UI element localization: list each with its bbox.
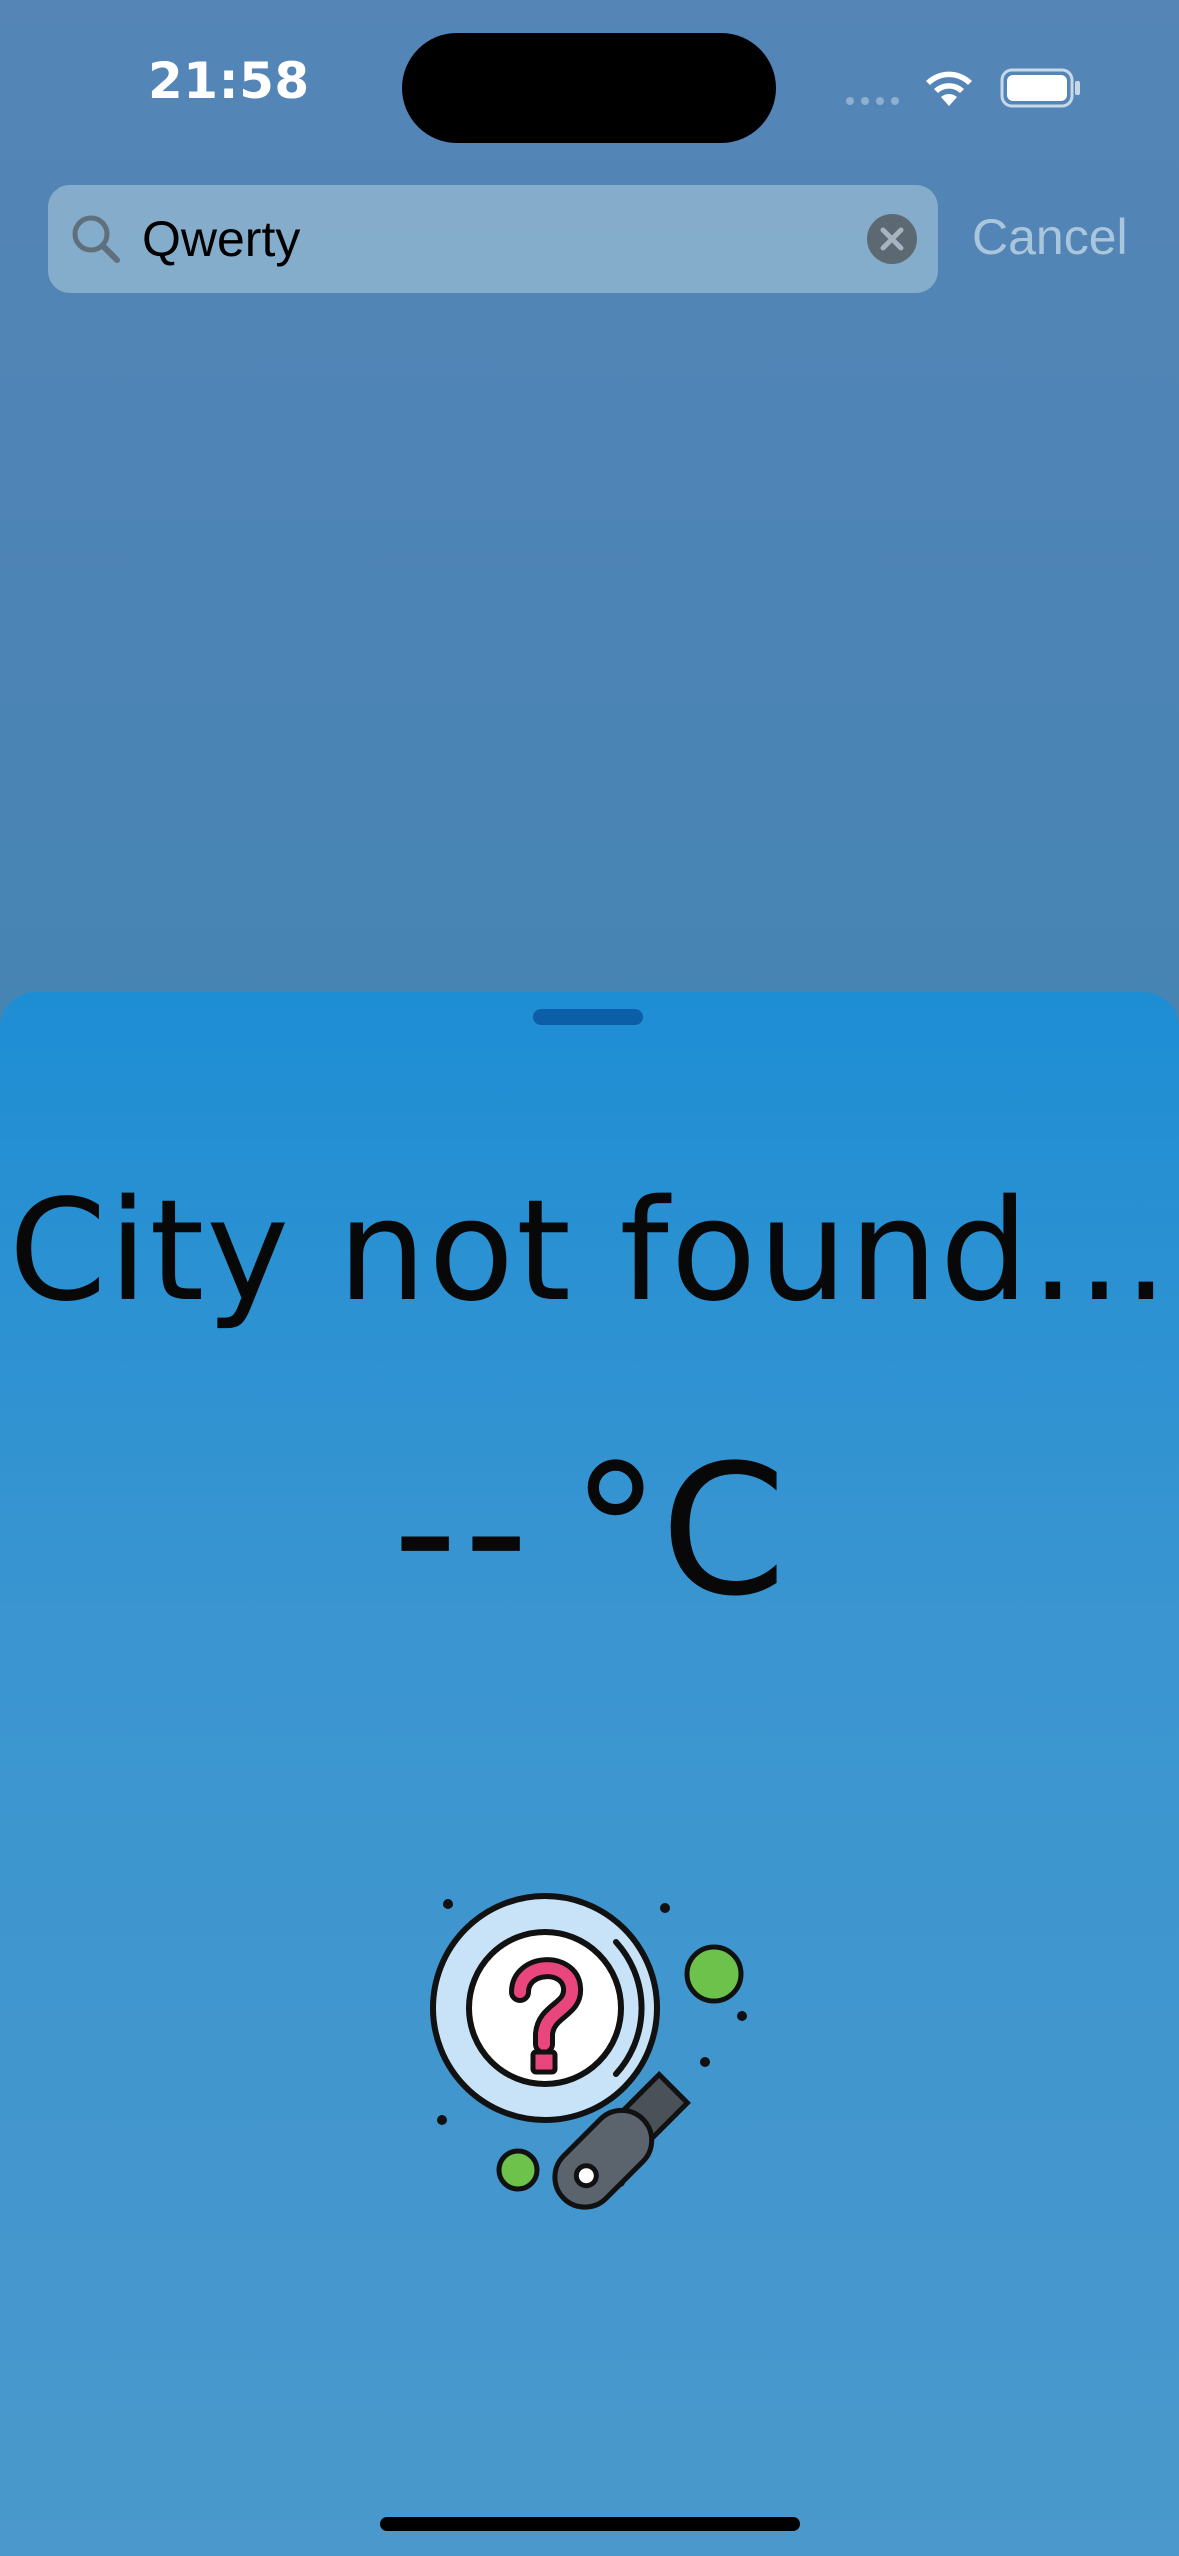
wifi-icon	[926, 71, 972, 106]
temperature-unit: °C	[570, 1427, 787, 1636]
city-title: City not found...	[8, 1170, 1171, 1333]
magnifier-question-icon	[430, 1893, 747, 2210]
temperature-row: -- °C	[0, 1432, 1179, 1632]
cancel-button[interactable]: Cancel	[972, 204, 1128, 270]
weather-sheet[interactable]: City not found... -- °C	[0, 992, 1179, 2556]
temperature-value: --	[392, 1427, 535, 1636]
search-input[interactable]: Qwerty	[142, 211, 300, 267]
status-time: 21:58	[148, 52, 310, 110]
sheet-grabber[interactable]	[533, 1009, 643, 1025]
weather-app-screen: 21:58 Qwerty Cancel City not found... --…	[0, 0, 1179, 2556]
home-indicator[interactable]	[380, 2517, 800, 2531]
search-field[interactable]: Qwerty	[48, 185, 938, 293]
search-icon	[72, 215, 120, 263]
dynamic-island	[402, 33, 776, 143]
battery-icon	[1000, 68, 1080, 108]
clear-icon[interactable]	[866, 213, 918, 265]
cellular-signal-icon	[846, 97, 899, 105]
